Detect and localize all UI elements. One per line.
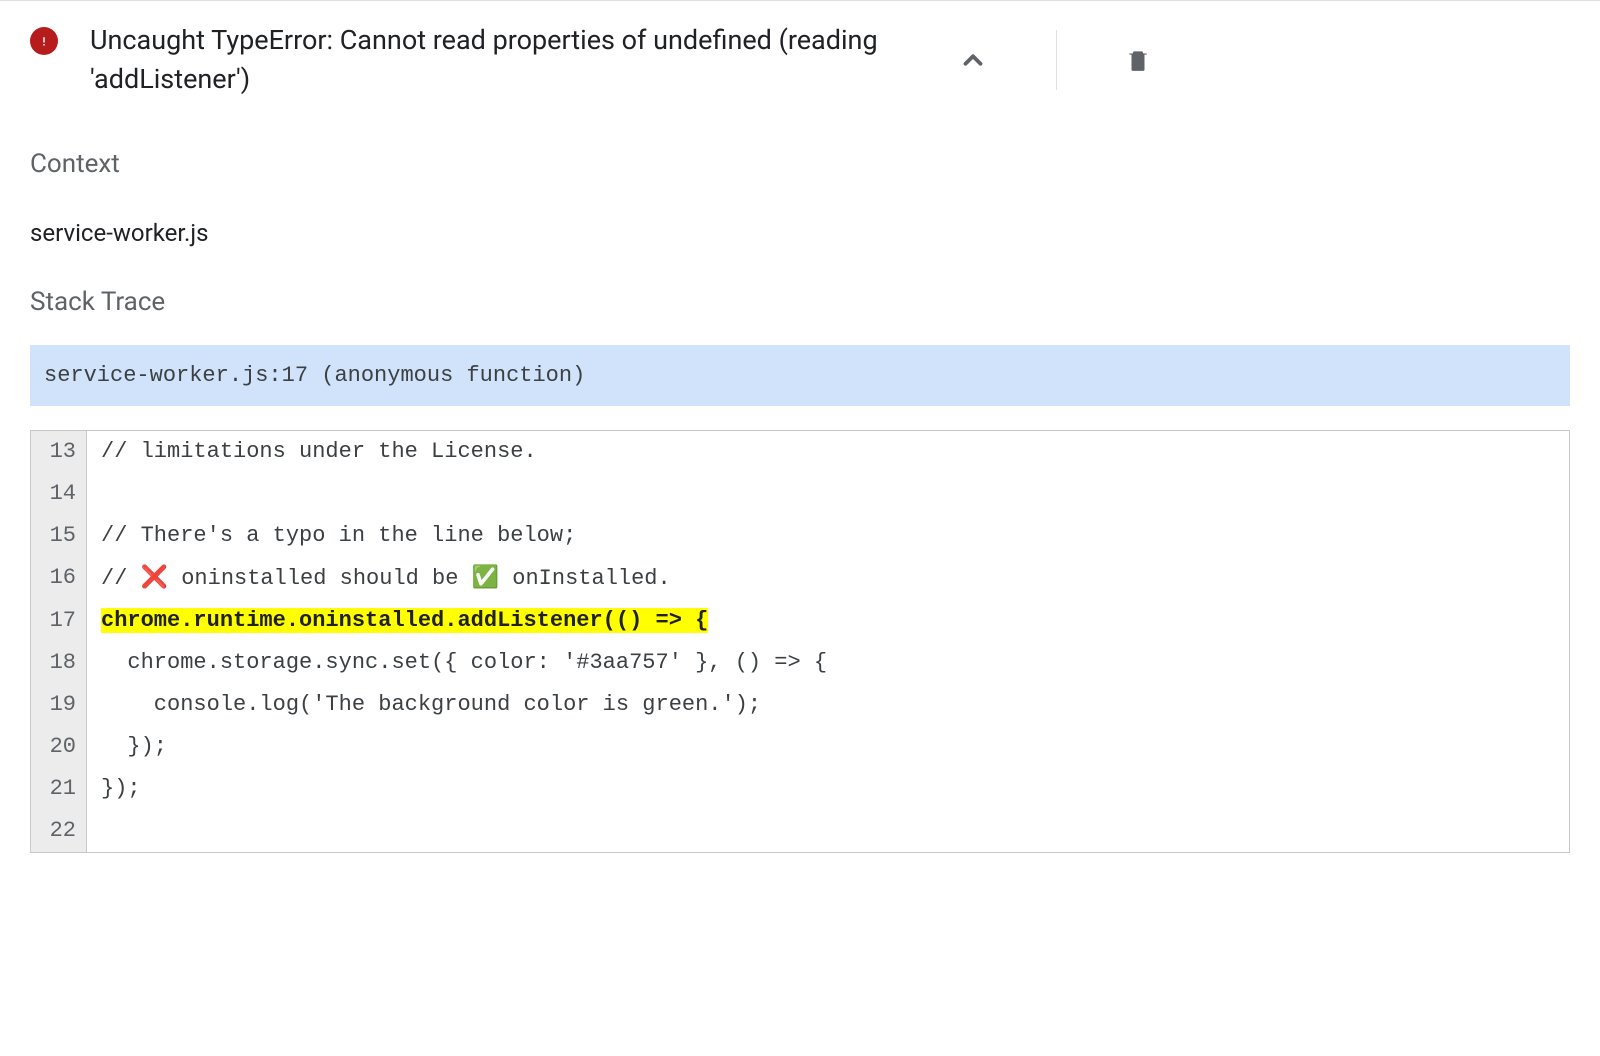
code-line: 19 console.log('The background color is … xyxy=(31,684,1569,726)
line-number: 22 xyxy=(31,810,87,852)
line-number: 19 xyxy=(31,684,87,726)
trash-icon xyxy=(1125,45,1151,75)
check-mark-icon: ✅ xyxy=(472,565,499,590)
line-number: 18 xyxy=(31,642,87,684)
error-header: Uncaught TypeError: Cannot read properti… xyxy=(30,1,1570,109)
code-line: 22 xyxy=(31,810,1569,852)
line-number: 13 xyxy=(31,431,87,473)
code-block: 13 // limitations under the License. 14 … xyxy=(30,430,1570,853)
action-divider xyxy=(1056,30,1057,90)
chevron-up-icon xyxy=(958,45,988,75)
error-title: Uncaught TypeError: Cannot read properti… xyxy=(90,21,910,99)
code-text: // ❌ oninstalled should be ✅ onInstalled… xyxy=(87,557,1569,600)
code-text: }); xyxy=(87,726,1569,768)
code-line-highlighted: 17 chrome.runtime.oninstalled.addListene… xyxy=(31,600,1569,642)
code-line: 14 xyxy=(31,473,1569,515)
cross-mark-icon: ❌ xyxy=(141,565,168,590)
line-number: 21 xyxy=(31,768,87,810)
code-text: // There's a typo in the line below; xyxy=(87,515,1569,557)
line-number: 14 xyxy=(31,473,87,515)
code-text: // limitations under the License. xyxy=(87,431,1569,473)
line-number: 15 xyxy=(31,515,87,557)
code-text: chrome.runtime.oninstalled.addListener((… xyxy=(87,600,1569,642)
context-label: Context xyxy=(30,149,1570,179)
code-line: 18 chrome.storage.sync.set({ color: '#3a… xyxy=(31,642,1569,684)
code-text xyxy=(87,473,1569,515)
code-text: chrome.storage.sync.set({ color: '#3aa75… xyxy=(87,642,1569,684)
stack-frame[interactable]: service-worker.js:17 (anonymous function… xyxy=(30,345,1570,406)
line-number: 17 xyxy=(31,600,87,642)
code-line: 16 // ❌ oninstalled should be ✅ onInstal… xyxy=(31,557,1569,600)
code-text: }); xyxy=(87,768,1569,810)
delete-button[interactable] xyxy=(1117,37,1159,83)
error-icon xyxy=(30,27,58,55)
code-text: console.log('The background color is gre… xyxy=(87,684,1569,726)
stack-trace-label: Stack Trace xyxy=(30,287,1570,317)
code-text xyxy=(87,810,1569,852)
context-value: service-worker.js xyxy=(30,219,1570,247)
collapse-button[interactable] xyxy=(950,37,996,83)
line-number: 16 xyxy=(31,557,87,600)
code-line: 21 }); xyxy=(31,768,1569,810)
line-number: 20 xyxy=(31,726,87,768)
code-line: 15 // There's a typo in the line below; xyxy=(31,515,1569,557)
code-line: 13 // limitations under the License. xyxy=(31,431,1569,473)
code-line: 20 }); xyxy=(31,726,1569,768)
